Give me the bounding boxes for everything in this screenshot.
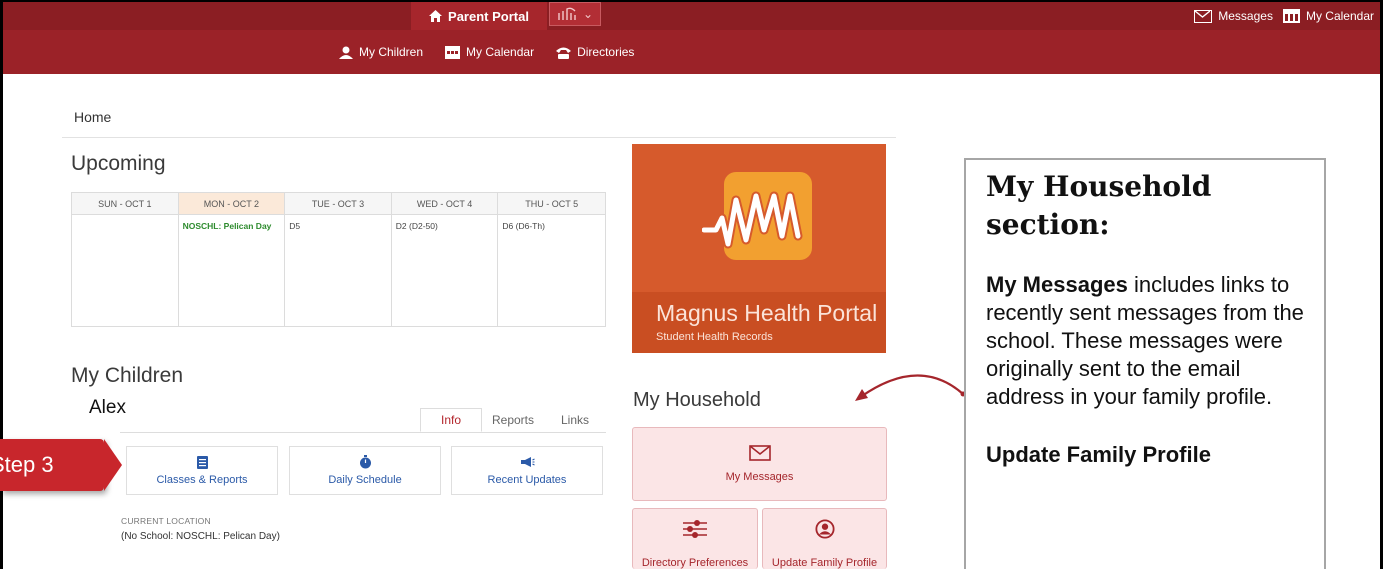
breadcrumb[interactable]: Home bbox=[74, 109, 111, 125]
user-icon bbox=[339, 46, 353, 59]
calendar-day-header: TUE - OCT 3 bbox=[285, 193, 391, 215]
nav-directories[interactable]: Directories bbox=[556, 45, 634, 59]
envelope-icon bbox=[748, 445, 771, 461]
directory-preferences-button[interactable]: Directory Preferences bbox=[632, 508, 758, 569]
upcoming-calendar: SUN - OCT 1 MON - OCT 2 NOSCHL: Pelican … bbox=[71, 192, 606, 327]
annotation-arrow-icon bbox=[855, 374, 966, 401]
megaphone-icon bbox=[520, 456, 535, 467]
update-family-profile-button[interactable]: Update Family Profile bbox=[762, 508, 887, 569]
tab-reports[interactable]: Reports bbox=[482, 408, 544, 432]
callout-title: My Household section: bbox=[986, 170, 1212, 241]
phone-icon bbox=[556, 47, 572, 59]
calendar-day[interactable]: THU - OCT 5 D6 (D6-Th) bbox=[498, 193, 605, 326]
nav-label: My Calendar bbox=[466, 45, 535, 59]
magnus-subtitle: Student Health Records bbox=[656, 331, 773, 343]
calendar-day[interactable]: WED - OCT 4 D2 (D2-50) bbox=[391, 193, 499, 326]
magnus-title: Magnus Health Portal bbox=[656, 300, 878, 326]
my-calendar-label: My Calendar bbox=[1305, 9, 1374, 23]
sub-navigation: My Children My Calendar Directories bbox=[3, 30, 1380, 74]
calendar-day-entry[interactable]: NOSCHL: Pelican Day bbox=[179, 215, 285, 237]
tabs-divider bbox=[120, 432, 606, 433]
recent-updates-button[interactable]: Recent Updates bbox=[451, 446, 603, 495]
callout-next-term: Update Family Profile bbox=[986, 442, 1211, 467]
parent-portal-tab[interactable]: Parent Portal bbox=[411, 2, 547, 30]
messages-link[interactable]: Messages bbox=[1194, 9, 1273, 23]
my-children-title: My Children bbox=[71, 364, 184, 387]
upcoming-title: Upcoming bbox=[71, 152, 166, 175]
calendar-day-header: THU - OCT 5 bbox=[498, 193, 605, 215]
calendar-day-header: MON - OCT 2 bbox=[178, 193, 285, 215]
step-badge: Step 3 bbox=[0, 439, 104, 491]
stopwatch-icon bbox=[359, 455, 371, 469]
magnus-health-portal-tile[interactable]: Magnus Health Portal Student Health Reco… bbox=[632, 144, 886, 353]
current-location-value: (No School: NOSCHL: Pelican Day) bbox=[121, 531, 280, 542]
tab-links[interactable]: Links bbox=[544, 408, 606, 432]
calendar-day[interactable]: SUN - OCT 1 bbox=[72, 193, 179, 326]
user-circle-icon bbox=[814, 519, 835, 539]
chevron-down-icon: ⌄ bbox=[582, 7, 594, 21]
step-arrow bbox=[104, 439, 122, 491]
book-icon bbox=[196, 455, 208, 469]
card-label: Daily Schedule bbox=[328, 474, 402, 486]
my-calendar-link[interactable]: My Calendar bbox=[1282, 9, 1374, 23]
calendar-icon bbox=[445, 45, 461, 59]
divider bbox=[62, 137, 896, 138]
calendar-day-entry: D5 bbox=[289, 221, 301, 231]
calendar-day-entry bbox=[72, 215, 178, 227]
messages-label: Messages bbox=[1218, 9, 1273, 23]
calendar-icon bbox=[1282, 9, 1300, 23]
sliders-icon bbox=[683, 520, 707, 538]
nav-label: My Children bbox=[359, 45, 424, 59]
my-household-title: My Household bbox=[633, 389, 761, 411]
child-tabs: Info Reports Links bbox=[420, 408, 606, 432]
school-icon bbox=[558, 7, 576, 20]
nav-my-calendar[interactable]: My Calendar bbox=[445, 45, 534, 59]
current-location-label: CURRENT LOCATION bbox=[121, 516, 211, 526]
calendar-day-header: WED - OCT 4 bbox=[391, 193, 498, 215]
calendar-day[interactable]: MON - OCT 2 NOSCHL: Pelican Day bbox=[178, 193, 286, 326]
portal-switcher[interactable]: ⌄ bbox=[549, 2, 601, 26]
calendar-day-entry: D2 (D2-50) bbox=[395, 221, 438, 231]
daily-schedule-button[interactable]: Daily Schedule bbox=[289, 446, 441, 495]
update-family-profile-label: Update Family Profile bbox=[771, 557, 878, 569]
envelope-icon bbox=[1194, 9, 1213, 23]
home-icon bbox=[429, 10, 443, 22]
parent-portal-label: Parent Portal bbox=[448, 8, 529, 24]
card-label: Classes & Reports bbox=[156, 473, 248, 486]
calendar-day[interactable]: TUE - OCT 3 D5 bbox=[285, 193, 392, 326]
my-messages-label: My Messages bbox=[725, 471, 794, 483]
magnus-logo-icon bbox=[702, 172, 812, 260]
callout-body: My Messages includes links to recently s… bbox=[986, 271, 1306, 411]
instruction-callout: My Household section: My Messages includ… bbox=[964, 158, 1326, 569]
nav-my-children[interactable]: My Children bbox=[339, 45, 423, 59]
directory-preferences-label: Directory Preferences bbox=[641, 557, 749, 569]
calendar-day-header: SUN - OCT 1 bbox=[72, 193, 178, 215]
callout-bold-term: My Messages bbox=[986, 272, 1128, 297]
card-label: Recent Updates bbox=[487, 473, 567, 486]
nav-label: Directories bbox=[577, 45, 635, 59]
child-name: Alex bbox=[89, 397, 126, 418]
classes-reports-button[interactable]: Classes & Reports bbox=[126, 446, 278, 495]
tab-info[interactable]: Info bbox=[420, 408, 482, 432]
top-bar: Parent Portal ⌄ Messages My Calendar bbox=[3, 2, 1380, 30]
calendar-day-entry: D6 (D6-Th) bbox=[502, 221, 545, 231]
my-messages-button[interactable]: My Messages bbox=[632, 427, 887, 501]
